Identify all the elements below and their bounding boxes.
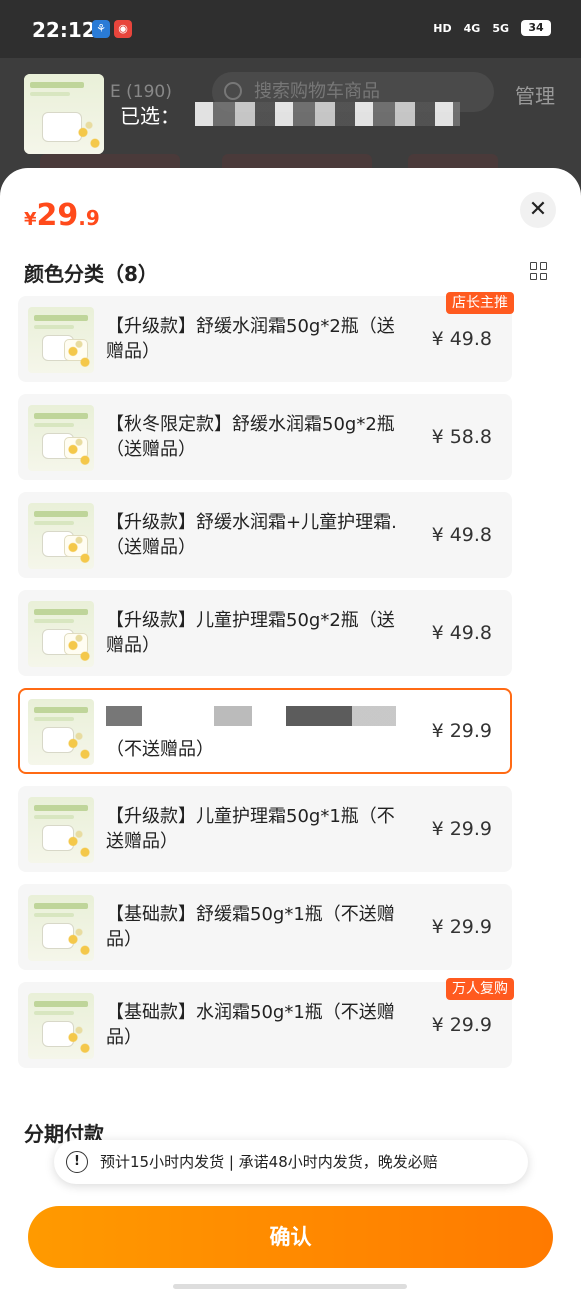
option-thumbnail (28, 307, 94, 373)
option-item[interactable]: 【升级款】舒缓水润霜50g*2瓶（送赠品） ¥ 49.8 店长主推 (18, 292, 514, 382)
option-name: 【升级款】舒缓水润霜50g*2瓶（送赠品） (106, 316, 395, 362)
status-bar: 22:12 ⚘ ◉ HD 4G 5G 34 (0, 0, 581, 58)
redacted-selection-text (195, 102, 460, 126)
selected-product-thumbnail (24, 74, 104, 154)
option-thumbnail (28, 993, 94, 1059)
shipping-tip-text: 预计15小时内发货 | 承诺48小时内发货，晚发必赔 (100, 1153, 438, 1171)
close-button[interactable]: ✕ (520, 192, 556, 228)
option-name: 【升级款】舒缓水润霜+儿童护理霜.（送赠品） (106, 512, 397, 558)
option-thumbnail (28, 601, 94, 667)
option-price: ¥ 29.9 (431, 818, 492, 840)
sku-selection-sheet: ¥29.9 ✕ 颜色分类（8） 【升级款】舒缓水润霜50g*2瓶（送赠品） ¥ … (0, 168, 581, 1292)
option-name: 【基础款】水润霜50g*1瓶（不送赠品） (106, 1002, 395, 1048)
option-name: （不送赠品） (106, 706, 406, 762)
app-notification-icon: ⚘ (92, 20, 110, 38)
redacted-option-text (106, 706, 396, 726)
option-price: ¥ 49.8 (431, 622, 492, 644)
price-currency: ¥ (24, 209, 37, 230)
search-icon (224, 82, 242, 100)
option-name-text: （不送赠品） (106, 739, 214, 760)
option-name: 【秋冬限定款】舒缓水润霜50g*2瓶（送赠品） (106, 414, 395, 460)
option-name: 【升级款】儿童护理霜50g*2瓶（送赠品） (106, 610, 395, 656)
option-item[interactable]: 【基础款】水润霜50g*1瓶（不送赠品） ¥ 29.9 万人复购 (18, 978, 514, 1068)
option-name: 【基础款】舒缓霜50g*1瓶（不送赠品） (106, 904, 395, 950)
option-price: ¥ 49.8 (431, 328, 492, 350)
option-item[interactable]: 【升级款】舒缓水润霜+儿童护理霜.（送赠品） ¥ 49.8 (18, 492, 512, 578)
option-price: ¥ 29.9 (431, 1014, 492, 1036)
status-time: 22:12 (32, 18, 96, 42)
price-decimal: .9 (78, 206, 100, 230)
network-5g: 5G (492, 21, 509, 35)
option-price: ¥ 29.9 (431, 916, 492, 938)
status-indicators: HD 4G 5G 34 (433, 20, 551, 36)
option-thumbnail (28, 797, 94, 863)
option-item[interactable]: 【升级款】儿童护理霜50g*2瓶（送赠品） ¥ 49.8 (18, 590, 512, 676)
selected-price: ¥29.9 (24, 198, 100, 233)
cart-count: E (190) (110, 82, 172, 102)
app-notification-icon: ◉ (114, 20, 132, 38)
option-thumbnail (28, 699, 94, 765)
battery-icon: 34 (521, 20, 551, 36)
info-icon: ! (66, 1151, 88, 1173)
option-price: ¥ 49.8 (431, 524, 492, 546)
manage-button[interactable]: 管理 (515, 80, 555, 109)
option-item[interactable]: 【基础款】舒缓霜50g*1瓶（不送赠品） ¥ 29.9 (18, 884, 512, 970)
price-integer: 29 (36, 198, 79, 233)
grid-view-icon[interactable] (530, 262, 548, 280)
option-item[interactable]: 【升级款】儿童护理霜50g*1瓶（不送赠品） ¥ 29.9 (18, 786, 512, 872)
hd-icon: HD (433, 21, 452, 35)
option-thumbnail (28, 405, 94, 471)
option-tag: 店长主推 (446, 292, 514, 314)
confirm-button[interactable]: 确认 (28, 1206, 553, 1268)
shipping-tip: ! 预计15小时内发货 | 承诺48小时内发货，晚发必赔 (54, 1140, 528, 1184)
network-4g: 4G (463, 21, 481, 35)
option-price: ¥ 29.9 (431, 720, 492, 742)
selected-label: 已选： (120, 104, 180, 128)
option-item[interactable]: 【秋冬限定款】舒缓水润霜50g*2瓶（送赠品） ¥ 58.8 (18, 394, 512, 480)
home-indicator[interactable] (173, 1284, 407, 1289)
option-list: 【升级款】舒缓水润霜50g*2瓶（送赠品） ¥ 49.8 店长主推 【秋冬限定款… (18, 292, 514, 1080)
option-price: ¥ 58.8 (431, 426, 492, 448)
option-tag: 万人复购 (446, 978, 514, 1000)
search-placeholder: 搜索购物车商品 (254, 81, 380, 102)
section-title: 颜色分类（8） (24, 262, 158, 286)
option-name: 【升级款】儿童护理霜50g*1瓶（不送赠品） (106, 806, 395, 852)
option-item-selected[interactable]: （不送赠品） ¥ 29.9 (18, 688, 512, 774)
option-thumbnail (28, 503, 94, 569)
option-thumbnail (28, 895, 94, 961)
